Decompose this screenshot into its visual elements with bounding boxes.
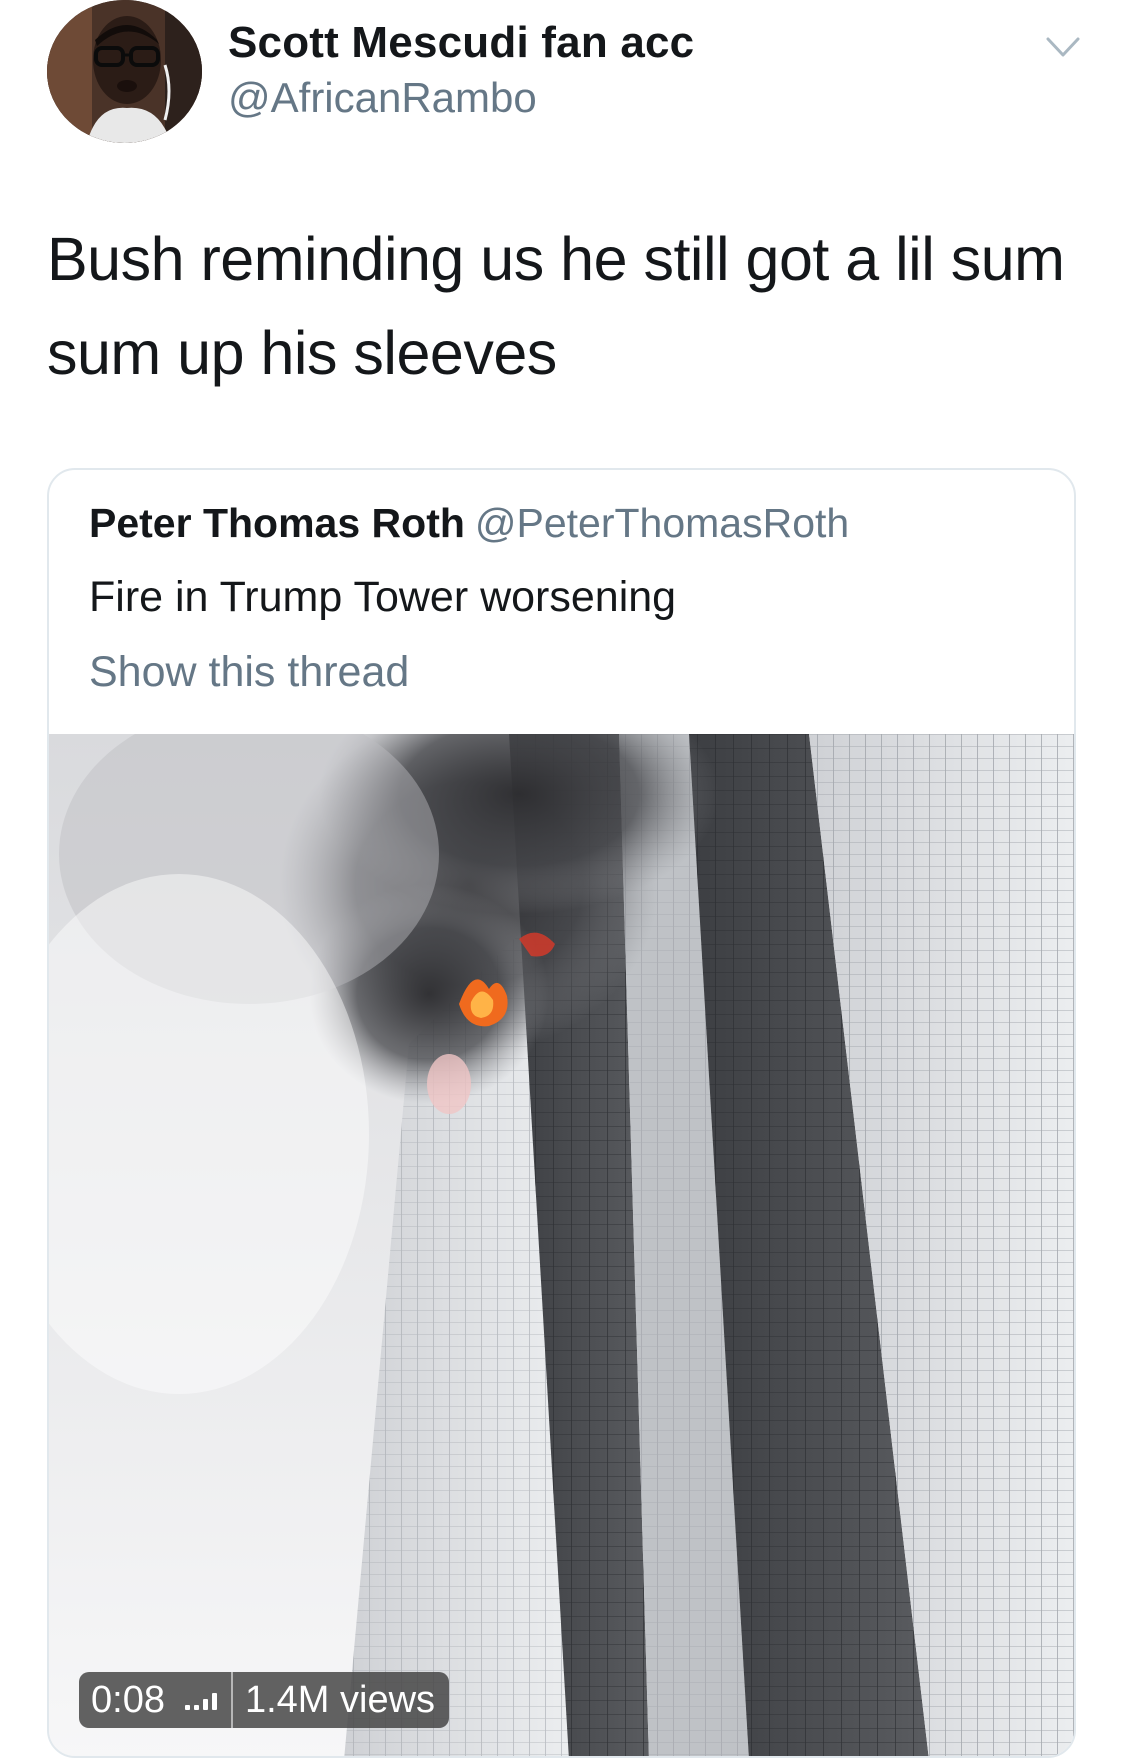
quoted-tweet-card[interactable]: Peter Thomas Roth @PeterThomasRoth Fire i… [47,468,1076,1758]
tweet: Scott Mescudi fan acc @AfricanRambo Bush… [0,0,1125,1764]
quoted-user-handle[interactable]: @PeterThomasRoth [475,500,849,546]
video-thumbnail [49,734,1074,1756]
video-player[interactable]: 0:08 1.4M views [49,734,1074,1756]
tweet-text: Bush reminding us he still got a lil sum… [47,225,1065,387]
profile-photo-icon [47,0,202,143]
video-duration: 0:08 [91,1678,165,1721]
video-info-badge: 0:08 1.4M views [79,1672,450,1728]
quoted-display-name[interactable]: Peter Thomas Roth [89,500,465,546]
show-thread-link[interactable]: Show this thread [89,648,409,697]
display-name[interactable]: Scott Mescudi fan acc [228,18,694,68]
avatar[interactable] [47,0,202,143]
video-views: 1.4M views [244,1678,436,1721]
quoted-tweet-text: Fire in Trump Tower worsening [89,573,677,621]
user-handle[interactable]: @AfricanRambo [228,74,537,122]
chevron-down-icon[interactable] [1046,34,1080,60]
quoted-tweet-header: Peter Thomas Roth @PeterThomasRoth [89,500,849,547]
audio-bars-icon [179,1690,231,1710]
